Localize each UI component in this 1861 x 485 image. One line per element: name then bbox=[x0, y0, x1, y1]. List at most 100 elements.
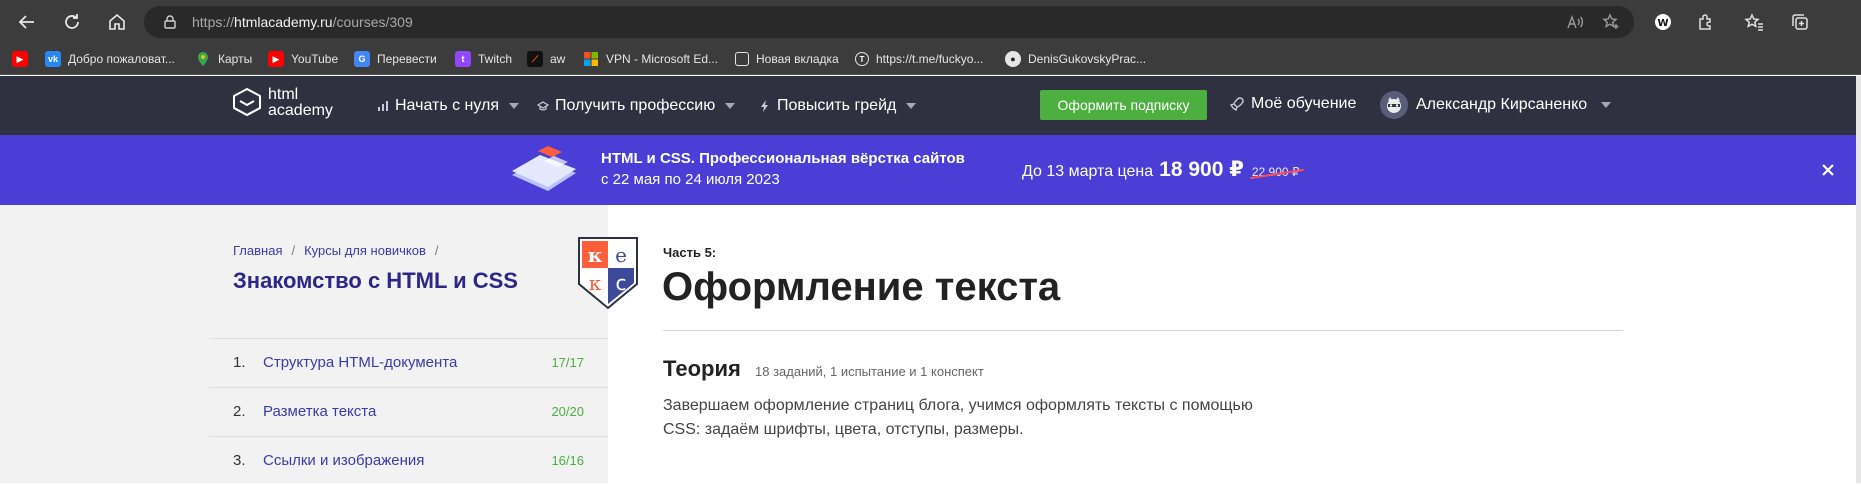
lesson-number: 3. bbox=[233, 452, 246, 469]
bookmark-label: https://t.me/fuckyo... bbox=[876, 52, 984, 66]
url-text[interactable]: https://htmlacademy.ru/courses/309 bbox=[192, 14, 413, 30]
menu-level-up[interactable]: Повысить грейд bbox=[759, 95, 917, 117]
chevron-down-icon bbox=[1601, 102, 1612, 108]
bookmark-item[interactable]: vk Добро пожаловат... bbox=[45, 50, 175, 68]
bars-icon bbox=[378, 101, 388, 111]
badge-letter: к bbox=[588, 243, 603, 267]
extension-w-icon[interactable]: W bbox=[1653, 12, 1673, 32]
lock-icon bbox=[164, 15, 176, 29]
part-label: Часть 5: bbox=[663, 245, 717, 260]
extensions-icon[interactable] bbox=[1696, 12, 1716, 32]
reload-button[interactable] bbox=[59, 9, 85, 35]
lesson-progress: 16/16 bbox=[551, 453, 584, 468]
my-learning-label: Моё обучение bbox=[1251, 95, 1357, 112]
twitch-icon: t bbox=[455, 51, 471, 67]
lesson-list: 1. Структура HTML-документа 17/17 2. Раз… bbox=[209, 338, 608, 485]
badge-letter: с bbox=[616, 271, 627, 295]
chevron-down-icon bbox=[509, 103, 520, 109]
my-learning-link[interactable]: Моё обучение bbox=[1229, 95, 1356, 113]
bookmark-item[interactable]: ▶ YouTube bbox=[268, 50, 338, 68]
bookmark-label: Карты bbox=[218, 52, 253, 66]
divider bbox=[663, 330, 1623, 331]
section-description: Завершаем оформление страниц блога, учим… bbox=[663, 397, 1253, 438]
translate-icon: G bbox=[354, 51, 370, 67]
course-title[interactable]: Знакомство с HTML и CSS bbox=[233, 267, 533, 294]
microsoft-icon bbox=[583, 51, 599, 67]
html-academy-logo-icon[interactable] bbox=[232, 87, 262, 123]
bookmark-label: Новая вкладка bbox=[756, 52, 839, 66]
promo-price: До 13 марта цена 18 900 ₽ 22 900 ₽ bbox=[1022, 157, 1300, 182]
promo-title: HTML и CSS. Профессиональная вёрстка сай… bbox=[601, 150, 965, 167]
page-scrollbar[interactable] bbox=[1856, 76, 1861, 483]
user-menu[interactable]: Александр Кирсаненко bbox=[1380, 91, 1612, 119]
vk-icon: vk bbox=[45, 51, 61, 67]
promo-dates: с 22 мая по 24 июля 2023 bbox=[601, 171, 780, 188]
lesson-name[interactable]: Структура HTML-документа bbox=[263, 354, 457, 371]
promo-banner[interactable]: HTML и CSS. Профессиональная вёрстка сай… bbox=[0, 135, 1861, 205]
breadcrumb: Главная / Курсы для новичков / bbox=[233, 243, 448, 258]
user-name: Александр Кирсаненко bbox=[1416, 96, 1588, 113]
section-title: Теория bbox=[663, 356, 741, 381]
address-bar[interactable]: https://htmlacademy.ru/courses/309 bbox=[144, 6, 1634, 38]
section-meta: 18 заданий, 1 испытание и 1 конспект bbox=[755, 364, 984, 379]
bookmarks-bar: ▶ vk Добро пожаловат... Карты ▶ YouTube … bbox=[0, 44, 1861, 75]
breadcrumb-home[interactable]: Главная bbox=[233, 243, 282, 258]
rocket-icon bbox=[1229, 97, 1244, 112]
arrow-left-icon bbox=[18, 15, 34, 29]
menu-start-from-scratch[interactable]: Начать с нуля bbox=[377, 95, 520, 117]
menu-label: Начать с нуля bbox=[395, 97, 500, 114]
bookmark-item[interactable]: t Twitch bbox=[455, 50, 512, 68]
tme-icon: T bbox=[855, 52, 869, 66]
lesson-number: 2. bbox=[233, 403, 246, 420]
bookmark-item[interactable]: T https://t.me/fuckyo... bbox=[855, 50, 983, 68]
bookmark-item[interactable]: ⟋ aw bbox=[527, 50, 565, 68]
lightning-icon bbox=[761, 100, 768, 112]
bookmark-label: Twitch bbox=[478, 52, 513, 66]
lesson-item[interactable]: 1. Структура HTML-документа 17/17 bbox=[209, 338, 608, 387]
bookmark-item[interactable]: ● DenisGukovskyPrac... bbox=[1005, 50, 1146, 68]
browser-toolbar: https://htmlacademy.ru/courses/309 W bbox=[0, 0, 1861, 44]
menu-label: Повысить грейд bbox=[777, 97, 897, 114]
bookmark-item[interactable]: Карты bbox=[195, 50, 252, 68]
badge-letter: к bbox=[589, 271, 602, 295]
bookmark-label: DenisGukovskyPrac... bbox=[1028, 52, 1147, 66]
subscribe-button[interactable]: Оформить подписку bbox=[1040, 90, 1207, 120]
bookmark-item[interactable]: VPN - Microsoft Ed... bbox=[583, 50, 718, 68]
lesson-name[interactable]: Ссылки и изображения bbox=[263, 452, 424, 469]
menu-label: Получить профессию bbox=[555, 97, 716, 114]
logo-text[interactable]: html academy bbox=[268, 87, 333, 119]
favorites-icon[interactable] bbox=[1744, 12, 1764, 32]
bookmark-item[interactable]: ▶ bbox=[12, 50, 35, 68]
lesson-number: 1. bbox=[233, 354, 246, 371]
logo-line2: academy bbox=[268, 102, 333, 119]
home-button[interactable] bbox=[104, 9, 130, 35]
menu-get-profession[interactable]: Получить профессию bbox=[537, 95, 736, 117]
badge-letter: е bbox=[615, 243, 627, 267]
close-icon[interactable] bbox=[1820, 162, 1836, 178]
back-button[interactable] bbox=[14, 9, 40, 35]
bookmark-label: VPN - Microsoft Ed... bbox=[606, 52, 719, 66]
breadcrumb-separator: / bbox=[434, 243, 439, 258]
add-favorite-icon[interactable] bbox=[1602, 13, 1620, 31]
promo-stack-icon bbox=[512, 146, 576, 191]
bookmark-label: YouTube bbox=[291, 52, 339, 66]
price-prefix: До 13 марта цена bbox=[1022, 163, 1154, 180]
read-aloud-icon[interactable] bbox=[1566, 13, 1584, 31]
lesson-item[interactable]: 3. Ссылки и изображения 16/16 bbox=[209, 436, 608, 485]
collections-icon[interactable] bbox=[1790, 12, 1810, 32]
reload-icon bbox=[65, 14, 79, 29]
keks-badge-icon: к е к с bbox=[578, 237, 638, 310]
course-sidebar: Главная / Курсы для новичков / Знакомство с… bbox=[0, 205, 608, 483]
page-title: Оформление текста bbox=[662, 265, 1061, 309]
bookmark-item[interactable]: G Перевести bbox=[354, 50, 437, 68]
aw-icon: ⟋ bbox=[527, 51, 543, 67]
youtube-icon: ▶ bbox=[268, 51, 284, 67]
youtube-icon: ▶ bbox=[12, 51, 28, 67]
logo-line1: html bbox=[268, 86, 299, 103]
breadcrumb-beginner-courses[interactable]: Курсы для новичков bbox=[304, 243, 426, 258]
lesson-item[interactable]: 2. Разметка текста 20/20 bbox=[209, 387, 608, 436]
bookmark-item[interactable]: Новая вкладка bbox=[735, 50, 839, 68]
lesson-name[interactable]: Разметка текста bbox=[263, 403, 376, 420]
chevron-down-icon bbox=[906, 103, 917, 109]
lesson-progress: 20/20 bbox=[551, 404, 584, 419]
